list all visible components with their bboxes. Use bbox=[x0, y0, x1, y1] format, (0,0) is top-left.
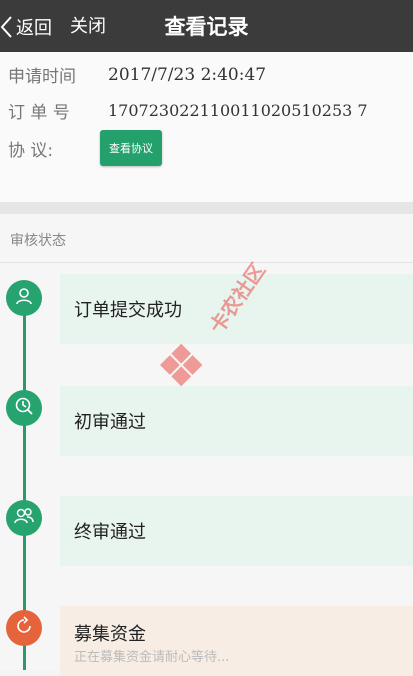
step-node-final-review bbox=[6, 500, 42, 536]
order-no-row: 订 单 号 170723022110011020510253 7 bbox=[8, 98, 368, 123]
step-node-submitted bbox=[6, 280, 42, 316]
step-card-final-review: 终审通过 bbox=[60, 496, 413, 566]
step-title: 初审通过 bbox=[74, 412, 146, 433]
protocol-label: 协 议: bbox=[8, 141, 54, 161]
step-subtitle: 正在募集资金请耐心等待... bbox=[74, 650, 230, 665]
order-no-value: 170723022110011020510253 7 bbox=[108, 101, 368, 120]
apply-time-row: 申请时间 2017/7/23 2:40:47 bbox=[8, 62, 267, 88]
step-title: 募集资金 bbox=[74, 624, 146, 645]
user-icon bbox=[13, 285, 35, 311]
section-divider bbox=[0, 202, 413, 214]
apply-time-label: 申请时间 bbox=[8, 67, 76, 87]
protocol-row: 协 议: bbox=[8, 136, 108, 161]
view-protocol-button[interactable]: 查看协议 bbox=[100, 130, 162, 166]
order-info-panel: 申请时间 2017/7/23 2:40:47 订 单 号 17072302211… bbox=[0, 52, 413, 202]
clock-icon bbox=[13, 395, 35, 421]
nav-bar: 返回 关闭 查看记录 bbox=[0, 0, 413, 52]
watermark-logo: 卡农社区 bbox=[150, 255, 270, 409]
step-node-first-review bbox=[6, 390, 42, 426]
refresh-icon bbox=[13, 615, 35, 641]
step-title: 终审通过 bbox=[74, 522, 146, 543]
page-title: 查看记录 bbox=[164, 15, 249, 39]
section-label: 审核状态 bbox=[10, 233, 66, 249]
apply-time-value: 2017/7/23 2:40:47 bbox=[108, 64, 267, 85]
watermark-text: 卡农社区 bbox=[204, 259, 270, 338]
step-node-fundraising bbox=[6, 610, 42, 646]
step-card-fundraising: 募集资金 正在募集资金请耐心等待... bbox=[60, 606, 413, 676]
users-icon bbox=[12, 505, 36, 531]
order-no-label: 订 单 号 bbox=[8, 103, 70, 123]
